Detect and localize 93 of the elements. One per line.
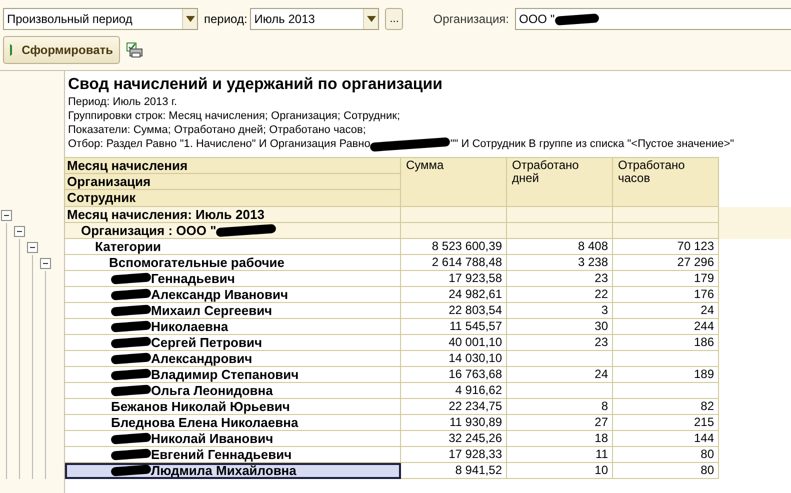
value-cell: 27: [507, 415, 613, 431]
value-cell: 144: [613, 431, 719, 447]
employee-name: Александрович: [151, 351, 252, 366]
employee-cell[interactable]: Людмила Михайловна: [65, 463, 401, 479]
report-title: Свод начислений и удержаний по организации: [67, 75, 444, 95]
column-header: Месяц начисления: [65, 158, 400, 174]
employee-name: Людмила Михайловна: [151, 463, 296, 478]
value-cell: 80: [613, 447, 719, 463]
generate-button[interactable]: Сформировать: [3, 36, 120, 64]
employee-name: Бледнова Елена Николаевна: [111, 415, 298, 430]
value-cell: 27 296: [613, 255, 719, 271]
collapse-icon[interactable]: [40, 258, 51, 269]
employee-cell[interactable]: Александрович: [65, 351, 401, 367]
employee-cell[interactable]: Бежанов Николай Юрьевич: [65, 399, 401, 415]
value-cell: 17 923,58: [401, 271, 507, 287]
employee-name: Сергей Петрович: [151, 335, 262, 350]
value-cell: 40 001,10: [401, 335, 507, 351]
report-parameter-line: Период: Июль 2013 г.: [67, 95, 178, 109]
organization-field[interactable]: ООО ": [515, 8, 791, 30]
value-cell: 22 234,75: [401, 399, 507, 415]
employee-cell[interactable]: Владимир Степанович: [65, 367, 401, 383]
value-cell: 24: [507, 367, 613, 383]
dropdown-icon[interactable]: [363, 9, 378, 29]
employee-name: Евгений Геннадьевич: [151, 447, 292, 462]
employee-cell[interactable]: Михаил Сергеевич: [65, 303, 401, 319]
group-label: Месяц начисления: Июль 2013: [67, 207, 264, 222]
organization-label: Организация:: [433, 11, 510, 28]
value-cell: 16 763,68: [401, 367, 507, 383]
period-type-field[interactable]: Произвольный период: [3, 8, 198, 30]
report-parameter-text: Отбор: Раздел Равно "1. Начислено" И Организация Равно: [68, 137, 370, 151]
period-field[interactable]: Июль 2013: [250, 8, 380, 30]
employee-cell[interactable]: Бледнова Елена Николаевна: [65, 415, 401, 431]
value-cell: 70 123: [613, 239, 719, 255]
value-cell: 17 928,33: [401, 447, 507, 463]
value-cell: 11: [507, 447, 613, 463]
value-cell: 189: [613, 367, 719, 383]
column-header: Организация: [65, 174, 400, 190]
employee-cell[interactable]: Николаевна: [65, 319, 401, 335]
collapse-icon[interactable]: [27, 242, 38, 253]
employee-name: Бежанов Николай Юрьевич: [111, 399, 290, 414]
employee-name: Владимир Степанович: [151, 367, 299, 382]
value-cell: 2 614 788,48: [401, 255, 507, 271]
value-cell: 10: [507, 463, 613, 479]
period-label: период:: [204, 11, 248, 28]
employee-cell[interactable]: Александр Иванович: [65, 287, 401, 303]
employee-name: Михаил Сергеевич: [151, 303, 272, 318]
column-header: Сотрудник: [66, 190, 137, 206]
employee-name: Александр Иванович: [151, 287, 288, 302]
employee-cell[interactable]: Ольга Леонидовна: [65, 383, 401, 399]
value-cell: 22 803,54: [401, 303, 507, 319]
employee-cell[interactable]: Сергей Петрович: [65, 335, 401, 351]
value-cell: 80: [613, 463, 719, 479]
category-label: Вспомогательные рабочие: [109, 255, 284, 270]
value-cell: 32 245,26: [401, 431, 507, 447]
value-cell: 8 408: [507, 239, 613, 255]
group-label: Организация : ООО ": [81, 223, 216, 238]
value-cell: 8 523 600,39: [401, 239, 507, 255]
value-cell: 14 030,10: [401, 351, 507, 367]
value-cell: 24: [613, 303, 719, 319]
category-label: Категории: [95, 239, 162, 254]
value-cell: 11 930,89: [401, 415, 507, 431]
value-cell: 23: [507, 335, 613, 351]
value-cell: 30: [507, 319, 613, 335]
employee-cell[interactable]: Геннадьевич: [65, 271, 401, 287]
report-parameter-line: Показатели: Сумма; Отработано дней; Отработано часов;: [67, 123, 367, 137]
employee-name: Николаевна: [151, 319, 228, 334]
employee-name: Николай Иванович: [151, 431, 274, 446]
report-parameter-line: Группировки строк: Месяц начисления; Организация; Сотрудник;: [67, 109, 401, 123]
value-cell: 8: [507, 399, 613, 415]
dropdown-icon[interactable]: [182, 9, 197, 29]
value-cell: 3 238: [507, 255, 613, 271]
value-cell: 24 982,61: [401, 287, 507, 303]
value-cell: 244: [613, 319, 719, 335]
value-cell: 3: [507, 303, 613, 319]
employee-cell[interactable]: Николай Иванович: [65, 431, 401, 447]
value-cell: 4 916,62: [401, 383, 507, 399]
value-cell: 11 545,57: [401, 319, 507, 335]
value-cell: 23: [507, 271, 613, 287]
value-cell: 8 941,52: [401, 463, 507, 479]
collapse-icon[interactable]: [14, 226, 25, 237]
value-cell: 18: [507, 431, 613, 447]
print-settings-icon[interactable]: [126, 42, 143, 58]
value-cell: 215: [613, 415, 719, 431]
value-cell: 186: [613, 335, 719, 351]
choose-period-button[interactable]: ...: [385, 8, 404, 30]
collapse-icon[interactable]: [1, 210, 12, 221]
value-cell: 82: [613, 399, 719, 415]
value-cell: 176: [613, 287, 719, 303]
value-cell: 22: [507, 287, 613, 303]
employee-name: Геннадьевич: [151, 271, 235, 286]
value-cell: 179: [613, 271, 719, 287]
employee-name: Ольга Леонидовна: [151, 383, 273, 398]
report-parameter-text: "" И Сотрудник В группе из списка "<Пустое значение>": [450, 137, 734, 151]
